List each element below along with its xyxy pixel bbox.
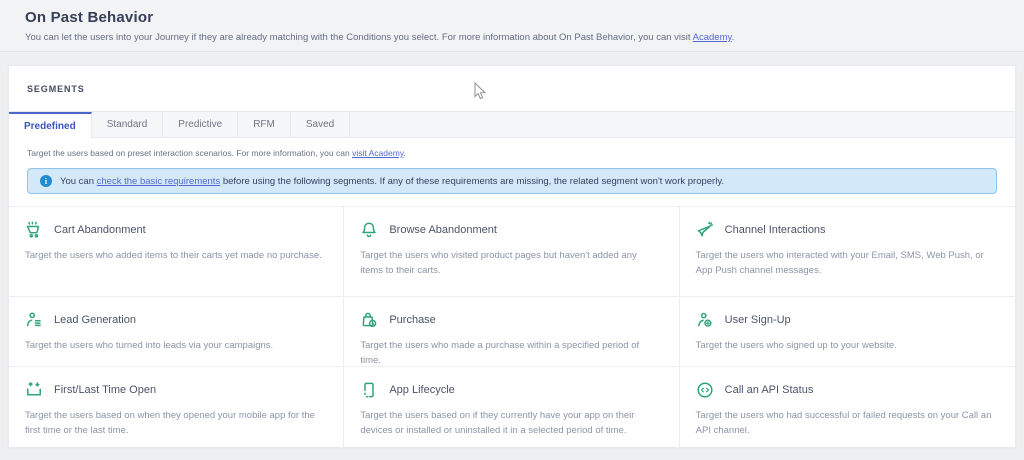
card-head: App Lifecycle	[360, 381, 662, 399]
segments-panel: SEGMENTS Predefined Standard Predictive …	[8, 65, 1016, 447]
card-browse-abandonment[interactable]: Browse Abandonment Target the users who …	[344, 207, 679, 297]
card-title: Purchase	[389, 314, 435, 326]
card-head: Purchase	[360, 311, 662, 329]
banner-text-before: You can	[60, 176, 97, 187]
card-channel-interactions[interactable]: Channel Interactions Target the users wh…	[680, 207, 1015, 297]
segments-panel-header: SEGMENTS	[9, 66, 1015, 112]
mouse-cursor	[474, 82, 487, 101]
card-description: Target the users who made a purchase wit…	[360, 338, 660, 368]
tab-predefined[interactable]: Predefined	[9, 112, 92, 138]
page-subtitle-text: You can let the users into your Journey …	[25, 32, 693, 43]
page-subtitle-period: .	[732, 32, 735, 43]
card-head: Call an API Status	[696, 381, 999, 399]
academy-link[interactable]: Academy	[693, 32, 732, 43]
card-description: Target the users who visited product pag…	[360, 248, 660, 278]
box-arrows-icon	[25, 381, 43, 399]
card-user-sign-up[interactable]: User Sign-Up Target the users who signed…	[680, 297, 1015, 367]
info-icon: i	[40, 175, 52, 187]
page-subtitle: You can let the users into your Journey …	[25, 32, 999, 43]
bell-icon	[360, 221, 378, 239]
card-call-an-api-status[interactable]: Call an API Status Target the users who …	[680, 367, 1015, 447]
tab-saved[interactable]: Saved	[291, 112, 350, 137]
card-head: Cart Abandonment	[25, 221, 327, 239]
card-title: First/Last Time Open	[54, 384, 156, 396]
card-first-last-time-open[interactable]: First/Last Time Open Target the users ba…	[9, 367, 344, 447]
page-header: On Past Behavior You can let the users i…	[0, 0, 1024, 52]
tab-standard[interactable]: Standard	[92, 112, 164, 137]
bag-clock-icon	[360, 311, 378, 329]
check-basic-requirements-link[interactable]: check the basic requirements	[97, 176, 221, 187]
segment-cards-grid: Cart Abandonment Target the users who ad…	[9, 206, 1015, 447]
card-cart-abandonment[interactable]: Cart Abandonment Target the users who ad…	[9, 207, 344, 297]
visit-academy-link[interactable]: visit Academy	[352, 148, 403, 158]
card-description: Target the users who added items to thei…	[25, 248, 325, 263]
tab-description: Target the users based on preset interac…	[9, 138, 1015, 158]
card-title: User Sign-Up	[725, 314, 791, 326]
card-description: Target the users who had successful or f…	[696, 408, 996, 438]
paper-plane-icon	[696, 221, 714, 239]
lead-person-icon	[25, 311, 43, 329]
requirements-info-banner: i You can check the basic requirements b…	[27, 168, 997, 194]
banner-text-after: before using the following segments. If …	[220, 176, 724, 187]
card-lead-generation[interactable]: Lead Generation Target the users who tur…	[9, 297, 344, 367]
tab-description-text: Target the users based on preset interac…	[27, 148, 352, 158]
card-description: Target the users who interacted with you…	[696, 248, 996, 278]
card-head: Channel Interactions	[696, 221, 999, 239]
card-purchase[interactable]: Purchase Target the users who made a pur…	[344, 297, 679, 367]
mobile-app-icon	[360, 381, 378, 399]
card-title: App Lifecycle	[389, 384, 454, 396]
segments-tab-bar: Predefined Standard Predictive RFM Saved	[9, 112, 1015, 138]
banner-text: You can check the basic requirements bef…	[60, 176, 724, 187]
code-circle-icon	[696, 381, 714, 399]
card-title: Call an API Status	[725, 384, 814, 396]
tab-rfm[interactable]: RFM	[238, 112, 291, 137]
cart-icon	[25, 221, 43, 239]
segments-label: SEGMENTS	[27, 84, 85, 94]
tab-predictive[interactable]: Predictive	[163, 112, 238, 137]
card-description: Target the users based on when they open…	[25, 408, 325, 438]
card-title: Cart Abandonment	[54, 224, 146, 236]
user-plus-icon	[696, 311, 714, 329]
card-app-lifecycle[interactable]: App Lifecycle Target the users based on …	[344, 367, 679, 447]
card-head: First/Last Time Open	[25, 381, 327, 399]
page-title: On Past Behavior	[25, 9, 999, 26]
card-head: Browse Abandonment	[360, 221, 662, 239]
card-description: Target the users who signed up to your w…	[696, 338, 996, 353]
card-head: User Sign-Up	[696, 311, 999, 329]
card-title: Browse Abandonment	[389, 224, 497, 236]
tab-description-period: .	[403, 148, 405, 158]
card-head: Lead Generation	[25, 311, 327, 329]
card-description: Target the users who turned into leads v…	[25, 338, 325, 353]
card-description: Target the users based on if they curren…	[360, 408, 660, 438]
card-title: Lead Generation	[54, 314, 136, 326]
card-title: Channel Interactions	[725, 224, 826, 236]
